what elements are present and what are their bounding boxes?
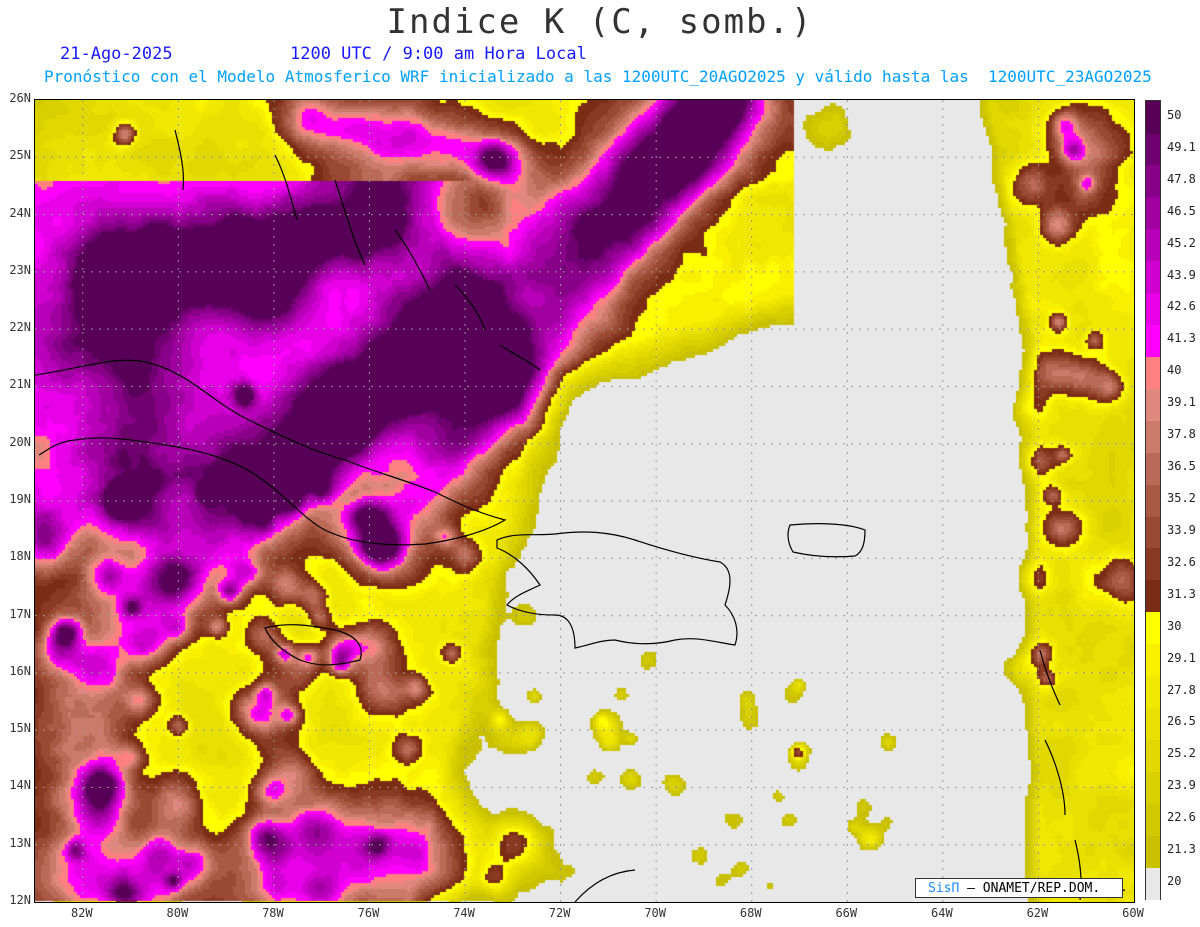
colorbar-level-label: 32.6	[1167, 554, 1196, 569]
colorbar-level-label: 50	[1167, 107, 1182, 122]
colorbar-swatch	[1146, 867, 1160, 900]
colorbar-level-label: 46.5	[1167, 203, 1196, 218]
colorbar-swatch	[1146, 515, 1160, 549]
lat-tick-label: 19N	[9, 492, 31, 506]
colorbar-level-label: 42.6	[1167, 299, 1196, 314]
colorbar-swatch	[1146, 675, 1160, 709]
credit-text: – ONAMET/REP.DOM.	[967, 881, 1101, 896]
lat-tick-label: 26N	[9, 91, 31, 105]
coastline-jamaica	[264, 624, 362, 666]
colorbar-swatch	[1146, 484, 1160, 517]
colorbar-swatch	[1146, 228, 1160, 262]
lat-tick-label: 22N	[9, 320, 31, 335]
colorbar-level-label: 27.8	[1167, 682, 1196, 697]
graticule	[35, 100, 1134, 902]
map-title: Indice K (C, somb.)	[386, 2, 814, 42]
colorbar-swatch	[1146, 547, 1160, 581]
lat-tick-label: 16N	[9, 663, 31, 678]
colorbar-level-label: 36.5	[1167, 459, 1196, 474]
colorbar-level-label: 35.2	[1167, 491, 1196, 505]
colorbar-swatch	[1146, 388, 1160, 421]
map-plot-area	[34, 99, 1135, 903]
colorbar-swatch	[1146, 292, 1160, 326]
colorbar-swatch	[1146, 739, 1160, 772]
colorbar-level-label: 31.3	[1167, 586, 1196, 601]
colorbar-swatch	[1146, 164, 1160, 198]
coastline-cuba	[35, 359, 507, 546]
colorbar-swatch	[1146, 132, 1160, 166]
lon-tick-label: 80W	[166, 906, 189, 920]
colorbar-level-label: 21.3	[1167, 842, 1196, 857]
lat-tick-label: 15N	[9, 721, 31, 736]
colorbar-swatch	[1146, 196, 1160, 230]
coastline-hispaniola	[496, 531, 738, 649]
colorbar	[1145, 100, 1161, 900]
lon-tick-label: 78W	[262, 906, 284, 920]
lat-tick-label: 14N	[9, 778, 31, 793]
colorbar-level-label: 39.1	[1167, 395, 1196, 410]
credit-brand: SisΠ	[928, 881, 960, 896]
coastline-puerto-rico	[787, 523, 866, 558]
colorbar-swatch	[1146, 803, 1160, 836]
colorbar-level-label: 33.9	[1167, 522, 1196, 537]
lon-tick-label: 62W	[1026, 906, 1049, 920]
lon-tick-label: 68W	[739, 906, 762, 920]
lon-tick-label: 76W	[357, 906, 380, 920]
colorbar-level-label: 40	[1167, 363, 1182, 378]
lat-tick-label: 21N	[9, 377, 31, 392]
colorbar-level-label: 25.2	[1167, 746, 1196, 761]
colorbar-level-label: 23.9	[1167, 778, 1196, 793]
lon-tick-label: 66W	[835, 906, 858, 920]
colorbar-swatch	[1146, 707, 1160, 740]
colorbar-level-label: 49.1	[1167, 139, 1196, 154]
colorbar-swatch	[1146, 356, 1160, 389]
valid-time-label: 1200 UTC / 9:00 am Hora Local	[290, 44, 587, 64]
forecast-description: Pronóstico con el Modelo Atmosferico WRF…	[44, 67, 1152, 86]
colorbar-level-label: 20	[1167, 874, 1182, 889]
lat-tick-label: 12N	[9, 893, 31, 907]
lon-tick-label: 64W	[931, 906, 953, 920]
coastlines	[35, 129, 1126, 902]
colorbar-level-label: 29.1	[1167, 650, 1196, 665]
colorbar-level-label: 47.8	[1167, 171, 1196, 186]
colorbar-level-label: 22.6	[1167, 810, 1196, 825]
lat-tick-label: 13N	[9, 835, 31, 850]
colorbar-level-label: 45.2	[1167, 235, 1196, 250]
colorbar-level-label: 43.9	[1167, 267, 1196, 282]
colorbar-swatch	[1146, 101, 1160, 134]
lat-tick-label: 20N	[9, 434, 31, 449]
colorbar-swatch	[1146, 771, 1160, 804]
lon-tick-label: 60W	[1122, 906, 1144, 920]
lat-tick-label: 18N	[9, 549, 31, 564]
colorbar-level-label: 37.8	[1167, 427, 1196, 442]
coastline-lesser-antilles	[1039, 649, 1082, 901]
lat-tick-label: 25N	[9, 148, 31, 163]
colorbar-swatch	[1146, 324, 1160, 357]
colorbar-swatch	[1146, 643, 1160, 677]
coastline-bahamas	[174, 129, 541, 371]
lon-tick-label: 74W	[453, 906, 475, 920]
lon-tick-label: 82W	[70, 906, 93, 920]
colorbar-swatch	[1146, 579, 1160, 613]
lon-tick-label: 72W	[548, 906, 571, 920]
date-label: 21-Ago-2025	[60, 44, 173, 64]
colorbar-level-label: 41.3	[1167, 331, 1196, 346]
lat-tick-label: 17N	[9, 606, 31, 621]
colorbar-level-label: 30	[1167, 618, 1182, 633]
colorbar-swatch	[1146, 260, 1160, 294]
lat-tick-label: 24N	[9, 205, 31, 220]
colorbar-level-label: 26.5	[1167, 714, 1196, 729]
colorbar-swatch	[1146, 452, 1160, 485]
colorbar-swatch	[1146, 835, 1160, 868]
colorbar-swatch	[1146, 420, 1160, 453]
map-overlay	[35, 100, 1134, 902]
colorbar-swatch	[1146, 611, 1160, 645]
credit-box: SisΠ – ONAMET/REP.DOM.	[915, 878, 1123, 898]
lon-tick-label: 70W	[644, 906, 667, 920]
lat-tick-label: 23N	[9, 262, 31, 277]
